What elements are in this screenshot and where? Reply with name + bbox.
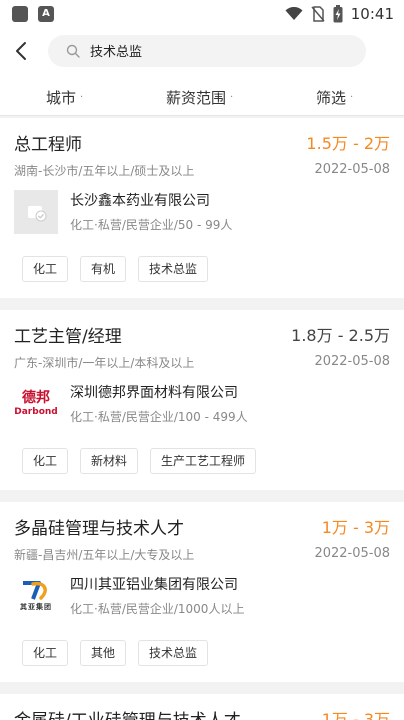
job-tag: 化工	[22, 448, 69, 474]
job-salary: 1万 - 3万	[321, 710, 390, 720]
job-requirements: 湖南-长沙市/五年以上/硕士及以上	[14, 164, 195, 178]
filter-city[interactable]: 城市 ·	[46, 87, 83, 108]
no-sim-icon	[311, 6, 325, 22]
back-arrow-icon[interactable]	[12, 40, 32, 62]
job-title: 工艺主管/经理	[14, 327, 122, 347]
job-date: 2022-05-08	[314, 354, 390, 369]
search-icon	[66, 44, 80, 58]
company-name: 长沙鑫本药业有限公司	[70, 193, 210, 209]
job-salary: 1万 - 3万	[321, 518, 390, 537]
dropdown-dot-icon: ·	[80, 92, 84, 103]
job-tag: 生产工艺工程师	[150, 448, 257, 474]
card-separator	[0, 682, 404, 694]
filter-city-label: 城市	[46, 89, 77, 107]
job-salary: 1.8万 - 2.5万	[291, 326, 390, 345]
job-card[interactable]: 总工程师 1.5万 - 2万 湖南-长沙市/五年以上/硕士及以上 2022-05…	[0, 118, 404, 298]
job-requirements: 新疆-昌吉州/五年以上/大专及以上	[14, 548, 195, 562]
job-tag: 有机	[80, 256, 127, 282]
job-title: 多晶硅管理与技术人才	[14, 519, 184, 539]
filter-more-label: 筛选	[316, 89, 347, 107]
filter-more[interactable]: 筛选 ·	[316, 87, 353, 108]
job-tags: 化工 新材料 生产工艺工程师	[22, 448, 257, 474]
job-tag: 技术总监	[138, 640, 209, 666]
status-time: 10:41	[350, 5, 394, 23]
app-notification-icon	[12, 6, 28, 22]
job-tag: 新材料	[80, 448, 139, 474]
job-date: 2022-05-08	[314, 546, 390, 561]
job-card[interactable]: 工艺主管/经理 1.8万 - 2.5万 广东-深圳市/一年以上/本科及以上 20…	[0, 310, 404, 490]
job-tag: 技术总监	[138, 256, 209, 282]
search-input[interactable]: 技术总监	[48, 35, 366, 67]
dropdown-dot-icon: ·	[350, 92, 354, 103]
job-date: 2022-05-08	[314, 162, 390, 177]
filter-bar: 城市 · 薪资范围 · 筛选 ·	[0, 76, 404, 116]
job-requirements: 广东-深圳市/一年以上/本科及以上	[14, 356, 195, 370]
search-value: 技术总监	[90, 45, 143, 60]
company-logo-placeholder-icon	[14, 190, 58, 234]
search-header: 技术总监	[0, 28, 404, 76]
job-card[interactable]: 多晶硅管理与技术人才 1万 - 3万 新疆-昌吉州/五年以上/大专及以上 202…	[0, 502, 404, 682]
company-info: 化工·私营/民营企业/50 - 99人	[70, 218, 233, 232]
company-name: 深圳德邦界面材料有限公司	[70, 385, 238, 401]
job-title: 金属硅/工业硅管理与技术人才	[14, 706, 241, 720]
logo-text-cn: 德邦	[22, 390, 50, 406]
job-tag: 其他	[80, 640, 127, 666]
card-separator	[0, 490, 404, 502]
darbond-logo: 德邦 Darbond	[14, 382, 58, 426]
company-name: 四川其亚铝业集团有限公司	[70, 577, 238, 593]
wifi-icon	[285, 7, 303, 20]
job-tags: 化工 有机 技术总监	[22, 256, 209, 282]
card-separator	[0, 298, 404, 310]
filter-salary-label: 薪资范围	[166, 89, 227, 107]
logo-text-en: Darbond	[14, 407, 58, 417]
qiya-emblem-icon	[23, 581, 47, 600]
app-a-notification-icon: A	[38, 6, 54, 22]
status-bar: A 10:41	[0, 0, 404, 28]
job-tag: 化工	[22, 256, 69, 282]
dropdown-dot-icon: ·	[230, 92, 234, 103]
battery-charging-icon	[333, 5, 343, 23]
qiya-logo: 其亚集团	[14, 574, 58, 618]
company-info: 化工·私营/民营企业/100 - 499人	[70, 410, 248, 424]
job-title: 总工程师	[14, 135, 82, 155]
job-salary: 1.5万 - 2万	[306, 134, 390, 153]
job-tag: 化工	[22, 640, 69, 666]
company-info: 化工·私营/民营企业/1000人以上	[70, 602, 245, 616]
job-card-partial[interactable]: 金属硅/工业硅管理与技术人才 1万 - 3万	[0, 694, 404, 720]
job-tags: 化工 其他 技术总监	[22, 640, 209, 666]
filter-salary-range[interactable]: 薪资范围 ·	[166, 87, 233, 108]
logo-text-cn: 其亚集团	[20, 603, 52, 611]
